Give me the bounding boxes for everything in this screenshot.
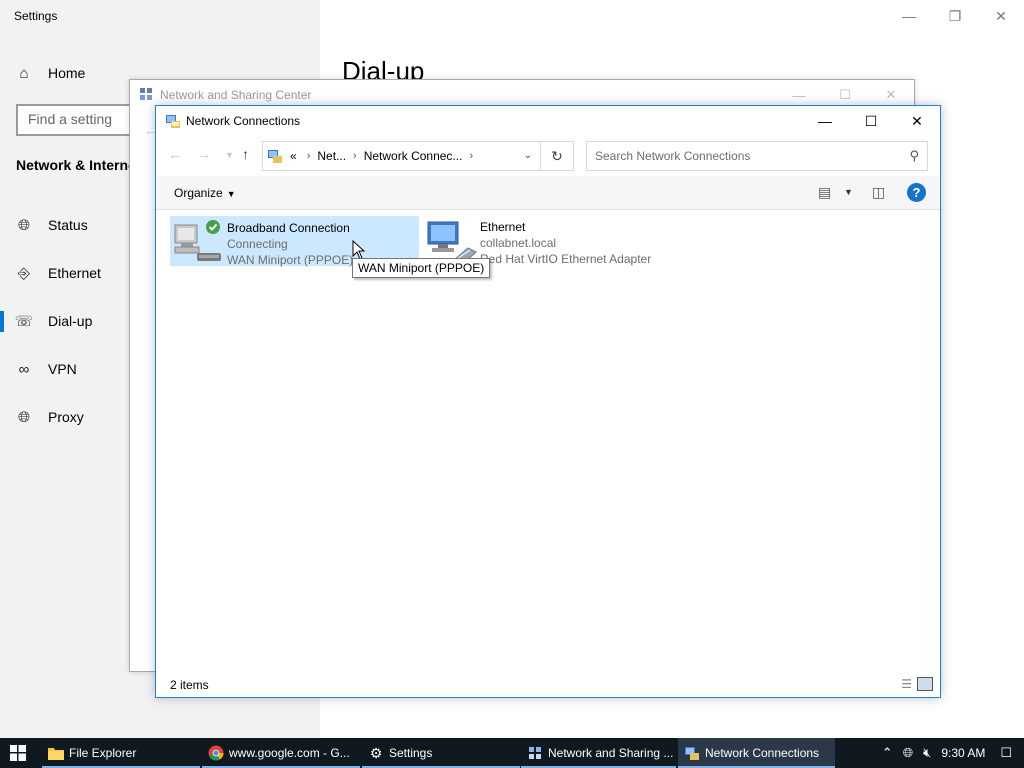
up-arrow-icon[interactable]: ↑ xyxy=(242,146,249,162)
section-title: Network & Interne xyxy=(16,157,136,173)
connection-status: Connecting xyxy=(227,237,288,251)
forward-arrow-icon[interactable]: → xyxy=(197,146,211,162)
clock[interactable]: 9:30 AM xyxy=(941,746,985,760)
task-label: Network and Sharing ... xyxy=(548,746,674,760)
speaker-muted-icon[interactable]: 🔇︎ xyxy=(923,745,931,761)
taskbar-network-connections[interactable]: Network Connections xyxy=(678,738,835,768)
network-connections-icon xyxy=(166,115,180,128)
connection-status: collabnet.local xyxy=(480,236,557,250)
connection-device: Red Hat VirtIO Ethernet Adapter xyxy=(480,252,652,266)
mouse-cursor-icon xyxy=(352,240,366,260)
item-count: 2 items xyxy=(170,678,209,692)
taskbar-file-explorer[interactable]: File Explorer xyxy=(42,738,200,768)
task-label: Settings xyxy=(389,746,433,760)
connection-device: WAN Miniport (PPPOE) xyxy=(227,253,354,267)
address-bar[interactable]: « › Net... › Network Connec... › ⌄ xyxy=(262,141,541,171)
maximize-button[interactable]: ☐ xyxy=(848,106,894,136)
command-bar: Organize ▼ ▤ ▼ ◫ ? xyxy=(156,176,940,210)
network-connections-window: Network Connections — ☐ ✕ ← → ▼ ↑ « › Ne… xyxy=(155,105,941,698)
chevron-down-icon: ▼ xyxy=(226,189,236,199)
breadcrumb-separator-icon[interactable]: › xyxy=(353,150,357,162)
taskbar-network-sharing-center[interactable]: Network and Sharing ... xyxy=(521,738,676,768)
task-label: File Explorer xyxy=(69,746,137,760)
nc-title: Network Connections xyxy=(186,114,301,128)
status-bar: 2 items ☰ xyxy=(156,673,940,697)
network-globe-icon[interactable]: 🌐︎ xyxy=(903,745,913,761)
system-tray: ⌃ 🌐︎ 🔇︎ 9:30 AM ☐ xyxy=(877,738,1024,768)
taskbar: File Explorer www.google.com - G... ⚙ Se… xyxy=(0,738,1024,768)
help-button[interactable]: ? xyxy=(907,183,926,202)
ethernet-connection-icon xyxy=(427,221,477,264)
connection-name: Broadband Connection xyxy=(227,221,350,235)
details-view-icon[interactable]: ☰ xyxy=(901,677,912,691)
home-icon: ⌂ xyxy=(19,64,29,82)
network-center-icon xyxy=(527,745,543,761)
minimize-button[interactable]: — xyxy=(886,0,932,32)
nav-proxy-label: Proxy xyxy=(48,409,84,425)
task-label: www.google.com - G... xyxy=(229,746,350,760)
settings-caption-buttons: — ❐ ✕ xyxy=(886,0,1024,32)
close-button[interactable]: ✕ xyxy=(978,0,1024,32)
nsc-title: Network and Sharing Center xyxy=(160,88,312,102)
chevron-down-icon[interactable]: ⌄ xyxy=(524,150,532,161)
settings-app-title: Settings xyxy=(14,9,58,23)
minimize-button[interactable]: — xyxy=(802,106,848,136)
globe-icon: 🌐︎ xyxy=(17,408,30,426)
recent-chevron-icon[interactable]: ▼ xyxy=(225,150,234,160)
tooltip: WAN Miniport (PPPOE) xyxy=(352,258,491,278)
network-connections-icon xyxy=(268,150,282,163)
task-label: Network Connections xyxy=(705,746,820,760)
chrome-icon xyxy=(208,745,224,761)
refresh-icon: ↻ xyxy=(551,147,563,164)
search-input[interactable]: Search Network Connections ⚲ xyxy=(586,141,928,171)
nc-caption-buttons: — ☐ ✕ xyxy=(802,106,940,136)
back-arrow-icon[interactable]: ← xyxy=(168,146,182,162)
nav-row: ← → ▼ ↑ « › Net... › Network Connec... ›… xyxy=(156,140,940,172)
organize-label: Organize xyxy=(174,186,223,200)
globe-icon: 🌐︎ xyxy=(17,216,30,234)
connection-text: Ethernet collabnet.local Red Hat VirtIO … xyxy=(480,216,651,266)
taskbar-settings[interactable]: ⚙ Settings xyxy=(362,738,520,768)
folder-icon xyxy=(48,745,64,761)
nav-status-label: Status xyxy=(48,217,88,233)
nav-dialup-label: Dial-up xyxy=(48,313,93,329)
start-button[interactable] xyxy=(0,738,36,768)
chevron-down-icon[interactable]: ▼ xyxy=(844,187,853,197)
gear-icon: ⚙ xyxy=(369,744,383,761)
connection-text: Broadband Connection Connecting WAN Mini… xyxy=(227,217,354,267)
breadcrumb-separator-icon: › xyxy=(306,150,311,162)
nav-vpn-label: VPN xyxy=(48,361,77,377)
taskbar-chrome[interactable]: www.google.com - G... xyxy=(202,738,360,768)
preview-pane-icon[interactable]: ◫ xyxy=(872,184,885,201)
organize-button[interactable]: Organize ▼ xyxy=(174,186,236,200)
windows-logo-icon xyxy=(10,745,26,761)
connection-name: Ethernet xyxy=(480,220,526,234)
breadcrumb-item[interactable]: Net... xyxy=(317,149,346,163)
nav-ethernet-label: Ethernet xyxy=(48,265,101,281)
search-placeholder: Search Network Connections xyxy=(595,149,751,163)
breadcrumb-separator-icon[interactable]: › xyxy=(469,150,473,162)
network-connections-icon xyxy=(684,745,700,761)
search-icon: ⚲ xyxy=(909,148,919,163)
dialup-connection-icon xyxy=(174,220,221,261)
breadcrumb-item[interactable]: Network Connec... xyxy=(364,149,463,163)
refresh-button[interactable]: ↻ xyxy=(541,141,574,171)
restore-button[interactable]: ❐ xyxy=(932,0,978,32)
vpn-icon: ∞ xyxy=(18,360,30,378)
nc-titlebar[interactable]: Network Connections — ☐ ✕ xyxy=(156,106,940,136)
close-button[interactable]: ✕ xyxy=(894,106,940,136)
view-options-icon[interactable]: ▤ xyxy=(818,184,831,201)
dialup-icon: ☏︎ xyxy=(14,313,34,330)
tiles-view-icon[interactable] xyxy=(917,677,933,691)
network-center-icon xyxy=(140,88,152,100)
nav-home-label: Home xyxy=(48,65,86,81)
ethernet-icon: ⎆ xyxy=(17,264,30,282)
chevron-up-icon[interactable]: ⌃ xyxy=(882,745,893,761)
breadcrumb-overflow[interactable]: « xyxy=(290,149,297,163)
notification-icon[interactable]: ☐ xyxy=(1000,745,1012,761)
